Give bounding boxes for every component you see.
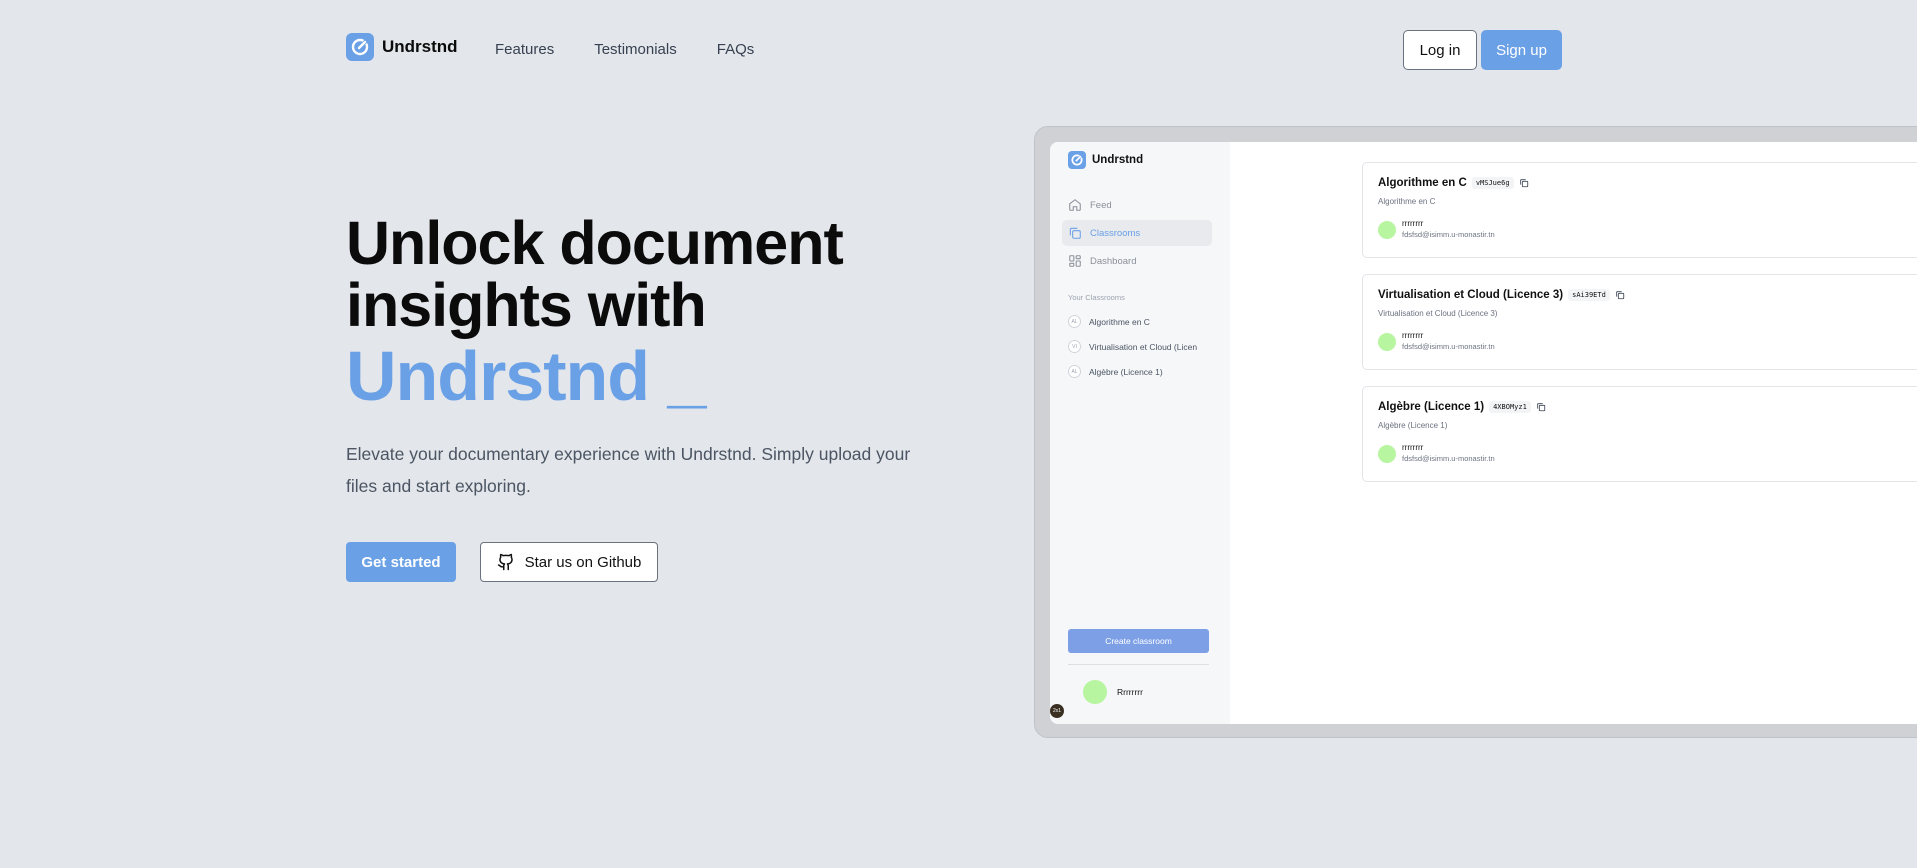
classroom-badge: AL — [1068, 315, 1081, 328]
classroom-card[interactable]: Virtualisation et Cloud (Licence 3) sAi3… — [1362, 274, 1917, 370]
app-preview-frame: Undrstnd Feed Classrooms Dashboard Your … — [1034, 126, 1917, 738]
avatar — [1378, 220, 1396, 239]
classroom-item[interactable]: AL Algorithme en C — [1068, 309, 1228, 334]
hero-title-line2: insights with — [346, 271, 707, 339]
nav-links: Features Testimonials FAQs — [495, 41, 754, 58]
classroom-badge: VI — [1068, 340, 1081, 353]
copy-icon — [1069, 227, 1081, 239]
avatar — [1378, 332, 1396, 351]
card-owner: rrrrrrrr fdsfsd@isimm.u-monastir.tn — [1378, 331, 1495, 352]
app-preview-screen: Undrstnd Feed Classrooms Dashboard Your … — [1050, 142, 1917, 724]
copy-icon[interactable] — [1519, 178, 1529, 188]
your-classrooms-heading: Your Classrooms — [1068, 293, 1125, 302]
app-logo-icon — [1068, 151, 1086, 169]
classroom-card[interactable]: Algèbre (Licence 1) 4XBOMyz1 Algèbre (Li… — [1362, 386, 1917, 482]
join-code: sAi39ETd — [1568, 289, 1610, 301]
card-subtitle: Virtualisation et Cloud (Licence 3) — [1378, 309, 1498, 318]
hero-subtitle: Elevate your documentary experience with… — [346, 444, 911, 496]
card-title: Algorithme en C — [1378, 177, 1467, 189]
hero-title: Unlock document insights with Undrstnd _ — [346, 209, 844, 415]
classroom-item[interactable]: VI Virtualisation et Cloud (Licen — [1068, 334, 1228, 359]
join-code: 4XBOMyz1 — [1489, 401, 1531, 413]
app-side-nav: Feed Classrooms Dashboard — [1062, 192, 1212, 276]
app-sidebar: Undrstnd Feed Classrooms Dashboard Your … — [1050, 142, 1230, 724]
copy-icon[interactable] — [1615, 290, 1625, 300]
join-code: vMSJue6g — [1471, 177, 1514, 189]
classrooms-main: Algorithme en C vMSJue6g Algorithme en C… — [1230, 142, 1917, 724]
card-owner: rrrrrrrr fdsfsd@isimm.u-monastir.tn — [1378, 219, 1495, 240]
login-button[interactable]: Log in — [1403, 30, 1477, 70]
classroom-name: Algèbre (Licence 1) — [1089, 366, 1163, 377]
card-header: Algorithme en C vMSJue6g — [1378, 177, 1529, 189]
top-nav: Undrstnd Features Testimonials FAQs Log … — [346, 30, 1562, 70]
card-title: Virtualisation et Cloud (Licence 3) — [1378, 289, 1564, 301]
sidebar-divider — [1068, 664, 1209, 665]
hero-actions: Get started Star us on Github — [346, 542, 658, 582]
classroom-badge: AL — [1068, 365, 1081, 378]
owner-email: fdsfsd@isimm.u-monastir.tn — [1402, 454, 1495, 463]
hero-title-line1: Unlock document — [346, 209, 844, 277]
nav-link-features[interactable]: Features — [495, 41, 554, 58]
classroom-name: Algorithme en C — [1089, 316, 1150, 327]
classroom-name: Virtualisation et Cloud (Licen — [1089, 341, 1198, 352]
card-subtitle: Algorithme en C — [1378, 197, 1436, 206]
owner-name: rrrrrrrr — [1402, 331, 1424, 340]
brand-name: Undrstnd — [382, 37, 458, 56]
classroom-item[interactable]: AL Algèbre (Licence 1) — [1068, 359, 1228, 384]
grid-icon — [1069, 255, 1081, 267]
debug-badge[interactable]: 2x1 — [1050, 704, 1064, 718]
app-brand-name: Undrstnd — [1092, 154, 1144, 166]
sidebar-item-label: Classrooms — [1090, 227, 1141, 239]
github-button-label: Star us on Github — [524, 553, 642, 571]
github-icon — [497, 553, 513, 571]
hero-title-accent: Undrstnd _ — [346, 337, 706, 415]
user-name: Rrrrrrrr — [1117, 687, 1143, 697]
card-owner: rrrrrrrr fdsfsd@isimm.u-monastir.tn — [1378, 443, 1495, 464]
user-profile[interactable]: Rrrrrrrr — [1083, 680, 1143, 704]
signup-button[interactable]: Sign up — [1481, 30, 1562, 70]
copy-icon[interactable] — [1536, 402, 1546, 412]
avatar — [1083, 680, 1107, 704]
sidebar-item-label: Feed — [1090, 199, 1112, 211]
sidebar-item-feed[interactable]: Feed — [1062, 192, 1212, 218]
auth-actions: Log in Sign up — [1403, 30, 1562, 70]
home-icon — [1069, 199, 1081, 211]
owner-email: fdsfsd@isimm.u-monastir.tn — [1402, 230, 1495, 239]
github-star-button[interactable]: Star us on Github — [480, 542, 658, 582]
logo-icon — [346, 33, 374, 61]
nav-link-testimonials[interactable]: Testimonials — [594, 41, 677, 58]
card-header: Virtualisation et Cloud (Licence 3) sAi3… — [1378, 289, 1625, 301]
avatar — [1378, 444, 1396, 463]
get-started-button[interactable]: Get started — [346, 542, 456, 582]
owner-name: rrrrrrrr — [1402, 219, 1424, 228]
owner-email: fdsfsd@isimm.u-monastir.tn — [1402, 342, 1495, 351]
card-title: Algèbre (Licence 1) — [1378, 401, 1485, 413]
classroom-card[interactable]: Algorithme en C vMSJue6g Algorithme en C… — [1362, 162, 1917, 258]
card-header: Algèbre (Licence 1) 4XBOMyz1 — [1378, 401, 1546, 413]
nav-link-faqs[interactable]: FAQs — [717, 41, 755, 58]
app-brand[interactable]: Undrstnd — [1068, 151, 1143, 169]
create-classroom-button[interactable]: Create classroom — [1068, 629, 1209, 653]
sidebar-item-dashboard[interactable]: Dashboard — [1062, 248, 1212, 274]
classroom-list: AL Algorithme en C VI Virtualisation et … — [1068, 309, 1228, 384]
owner-name: rrrrrrrr — [1402, 443, 1424, 452]
sidebar-item-label: Dashboard — [1090, 255, 1137, 267]
sidebar-item-classrooms[interactable]: Classrooms — [1062, 220, 1212, 246]
card-subtitle: Algèbre (Licence 1) — [1378, 421, 1448, 430]
brand-logo[interactable]: Undrstnd — [346, 33, 458, 61]
